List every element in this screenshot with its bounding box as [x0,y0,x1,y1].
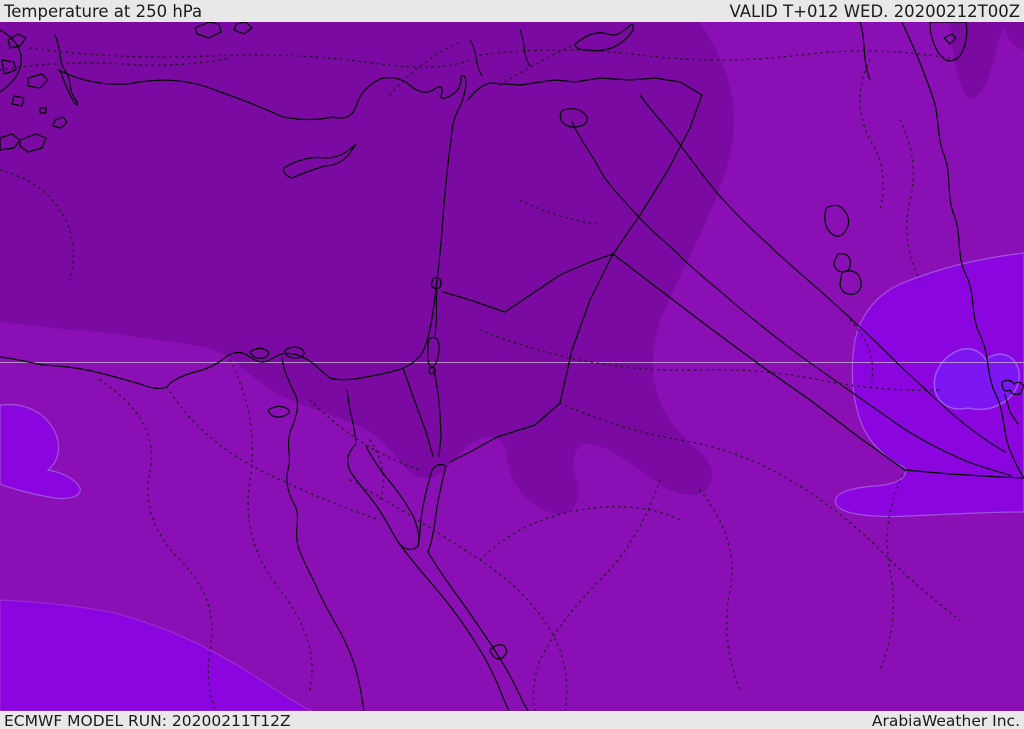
credit-label: ArabiaWeather Inc. [871,711,1020,729]
model-run-label: ECMWF MODEL RUN: 20200211T12Z [4,711,291,729]
valid-time-label: VALID T+012 WED. 20200212T00Z [729,1,1020,21]
map-canvas [0,22,1024,711]
weather-map [0,22,1024,711]
title-bar: Temperature at 250 hPa VALID T+012 WED. … [0,0,1024,22]
status-bar: ECMWF MODEL RUN: 20200211T12Z ArabiaWeat… [0,711,1024,729]
map-title: Temperature at 250 hPa [4,1,203,21]
weather-map-screen: Temperature at 250 hPa VALID T+012 WED. … [0,0,1024,729]
